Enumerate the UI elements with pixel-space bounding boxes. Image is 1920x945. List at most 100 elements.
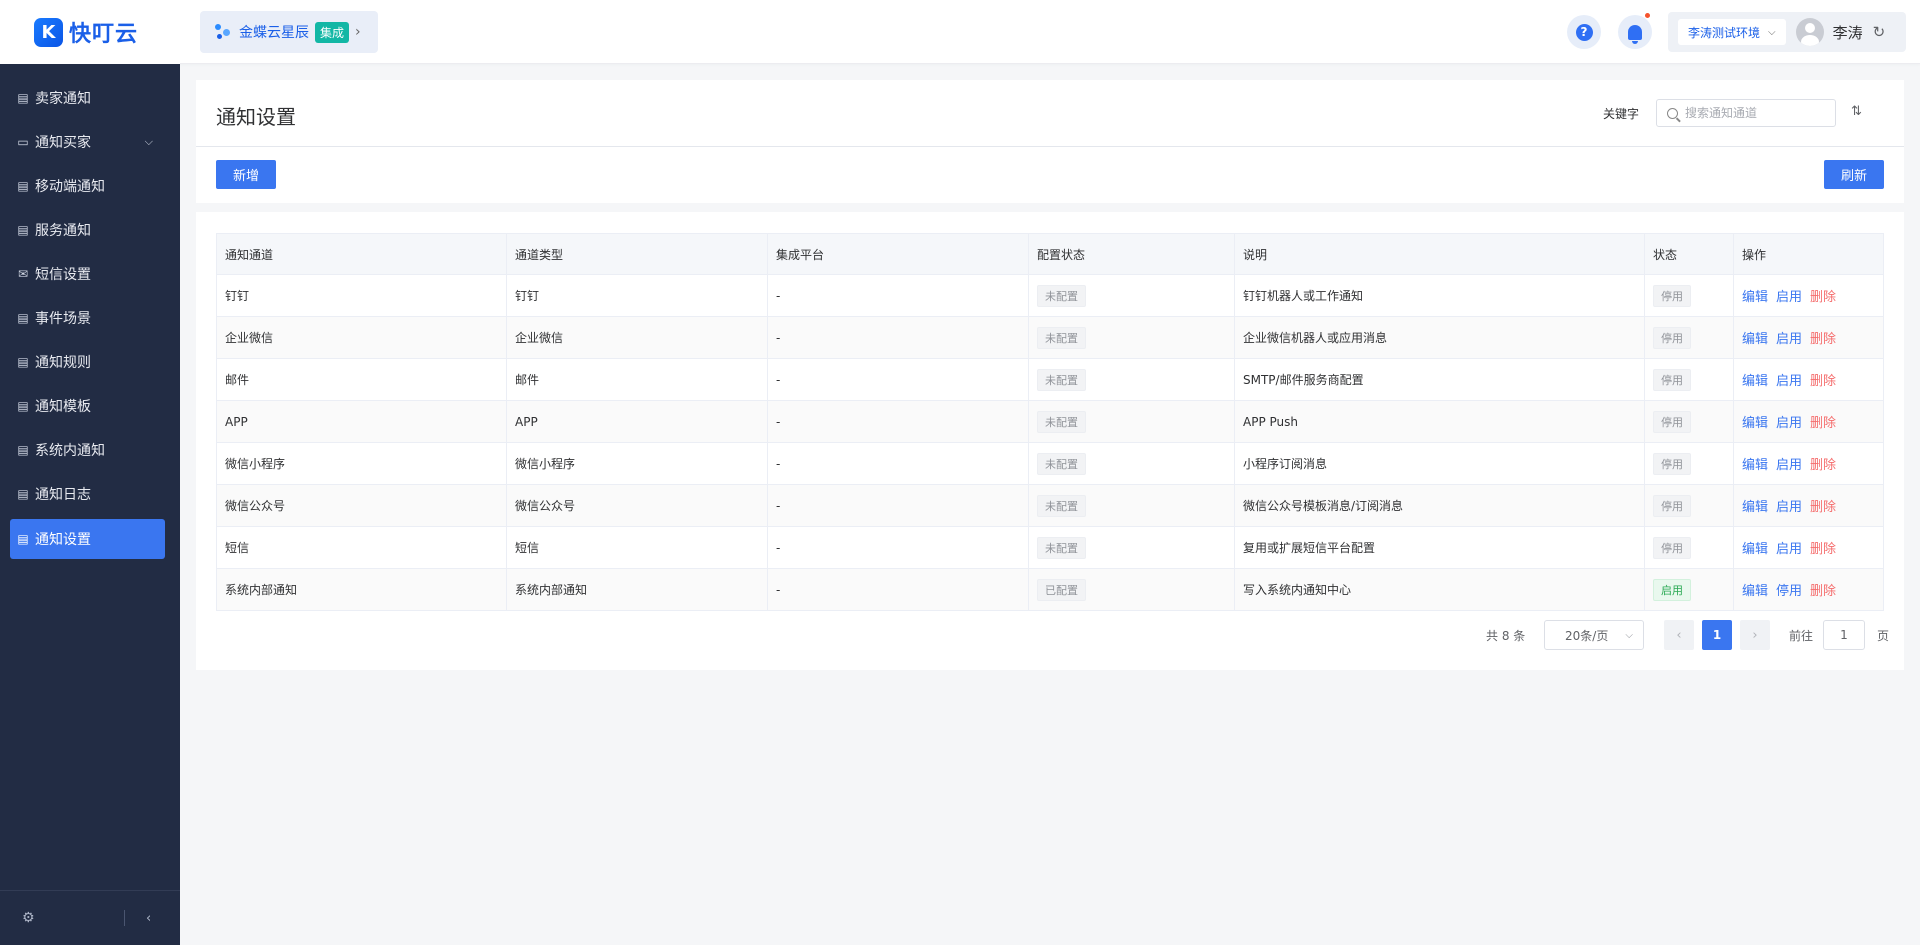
delete-button[interactable]: 删除 xyxy=(1810,542,1836,557)
goto-page-input[interactable] xyxy=(1823,620,1865,650)
column-header: 配置状态 xyxy=(1028,233,1235,275)
delete-button[interactable]: 删除 xyxy=(1810,332,1836,347)
edit-button[interactable]: 编辑 xyxy=(1742,584,1768,599)
channel-cell: 短信 xyxy=(216,526,507,569)
config-status-badge: 已配置 xyxy=(1037,578,1086,601)
delete-button[interactable]: 删除 xyxy=(1810,458,1836,473)
status-badge: 停用 xyxy=(1653,326,1691,349)
edit-button[interactable]: 编辑 xyxy=(1742,416,1768,431)
description-cell: 钉钉机器人或工作通知 xyxy=(1234,274,1645,317)
toggle-button[interactable]: 启用 xyxy=(1776,416,1802,431)
gear-icon[interactable]: ⚙ xyxy=(22,910,35,926)
delete-button[interactable]: 删除 xyxy=(1810,374,1836,389)
status-badge: 停用 xyxy=(1653,452,1691,475)
product-tag: 集成 xyxy=(315,21,350,43)
platform-cell: - xyxy=(767,568,1029,611)
avatar[interactable] xyxy=(1795,18,1824,46)
sidebar-footer: ⚙ ‹ xyxy=(0,890,180,945)
notification-button[interactable] xyxy=(1618,12,1652,49)
sidebar-item-buyer-notice[interactable]: ▭ 通知买家 ⌵ xyxy=(10,122,165,162)
status-cell: 停用 xyxy=(1644,442,1734,485)
sidebar-item-sms-settings[interactable]: ✉ 短信设置 xyxy=(10,254,165,294)
description-cell: APP Push xyxy=(1234,400,1645,443)
keyword-label: 关键字 xyxy=(1603,107,1640,121)
toggle-button[interactable]: 启用 xyxy=(1776,458,1802,473)
help-button[interactable]: ? xyxy=(1567,15,1601,49)
config-status-badge: 未配置 xyxy=(1037,536,1086,559)
status-cell: 停用 xyxy=(1644,484,1734,527)
stack-icon: ▤ xyxy=(17,91,29,105)
sidebar-item-event-scenes[interactable]: ▤ 事件场景 xyxy=(10,298,165,338)
platform-cell: - xyxy=(767,316,1029,359)
page-size-select[interactable]: 20条/页 ⌵ xyxy=(1544,620,1644,650)
table-header-row: 通知通道 通道类型 集成平台 配置状态 说明 状态 操作 xyxy=(216,233,1884,275)
sidebar-item-notice-rules[interactable]: ▤ 通知规则 xyxy=(10,342,165,382)
status-cell: 停用 xyxy=(1644,358,1734,401)
description-cell: 写入系统内通知中心 xyxy=(1234,568,1645,611)
sidebar-item-notice-settings[interactable]: ▤ 通知设置 xyxy=(10,519,165,559)
toggle-button[interactable]: 停用 xyxy=(1776,584,1802,599)
sidebar-item-label: 卖家通知 xyxy=(35,91,91,107)
sidebar-item-notice-log[interactable]: ▤ 通知日志 xyxy=(10,474,165,514)
product-switcher[interactable]: 金蝶云星辰 集成 › xyxy=(200,11,378,53)
search-field[interactable] xyxy=(1656,99,1836,127)
search-input[interactable] xyxy=(1685,106,1825,120)
chevron-down-icon: ⌵ xyxy=(144,135,153,148)
edit-button[interactable]: 编辑 xyxy=(1742,542,1768,557)
status-cell: 启用 xyxy=(1644,568,1734,611)
environment-label: 李涛测试环境 xyxy=(1688,25,1761,40)
delete-button[interactable]: 删除 xyxy=(1810,584,1836,599)
stack-icon: ▤ xyxy=(17,223,29,237)
page-number-button[interactable]: 1 xyxy=(1702,620,1732,650)
channel-cell: 微信小程序 xyxy=(216,442,507,485)
stack-icon: ▤ xyxy=(17,443,29,457)
type-cell: APP xyxy=(506,400,768,443)
type-cell: 邮件 xyxy=(506,358,768,401)
config-cell: 未配置 xyxy=(1028,400,1235,443)
table-row: 企业微信 企业微信 - 未配置 企业微信机器人或应用消息 停用 编辑 启用 删除 xyxy=(216,316,1884,359)
chat-icon: ▭ xyxy=(17,135,29,149)
edit-button[interactable]: 编辑 xyxy=(1742,500,1768,515)
sort-icon[interactable]: ⇅ xyxy=(1851,104,1862,119)
platform-cell: - xyxy=(767,526,1029,569)
column-header: 通知通道 xyxy=(216,233,507,275)
reload-icon[interactable]: ↻ xyxy=(1873,23,1886,41)
config-status-badge: 未配置 xyxy=(1037,452,1086,475)
page-size-value: 20条/页 xyxy=(1565,628,1609,643)
sidebar-item-seller-notice[interactable]: ▤ 卖家通知 xyxy=(10,78,165,118)
toggle-button[interactable]: 启用 xyxy=(1776,542,1802,557)
stack-icon: ▤ xyxy=(17,355,29,369)
prev-page-button[interactable]: ‹ xyxy=(1664,620,1694,650)
logo[interactable]: K 快叮云 xyxy=(0,0,180,64)
collapse-sidebar-icon[interactable]: ‹ xyxy=(146,911,151,926)
page-unit-label: 页 xyxy=(1877,629,1890,643)
product-dots-icon xyxy=(214,23,232,41)
environment-select[interactable]: 李涛测试环境 ⌵ xyxy=(1678,19,1786,45)
edit-button[interactable]: 编辑 xyxy=(1742,290,1768,305)
add-button[interactable]: 新增 xyxy=(216,160,276,189)
toggle-button[interactable]: 启用 xyxy=(1776,374,1802,389)
delete-button[interactable]: 删除 xyxy=(1810,416,1836,431)
sidebar-item-notice-templates[interactable]: ▤ 通知模板 xyxy=(10,386,165,426)
actions-cell: 编辑 启用 删除 xyxy=(1733,274,1884,317)
toggle-button[interactable]: 启用 xyxy=(1776,500,1802,515)
actions-cell: 编辑 启用 删除 xyxy=(1733,484,1884,527)
edit-button[interactable]: 编辑 xyxy=(1742,374,1768,389)
delete-button[interactable]: 删除 xyxy=(1810,500,1836,515)
toggle-button[interactable]: 启用 xyxy=(1776,290,1802,305)
status-cell: 停用 xyxy=(1644,400,1734,443)
sidebar-item-label: 通知模板 xyxy=(35,399,91,415)
edit-button[interactable]: 编辑 xyxy=(1742,458,1768,473)
delete-button[interactable]: 删除 xyxy=(1810,290,1836,305)
sidebar-item-mobile-notice[interactable]: ▤ 移动端通知 xyxy=(10,166,165,206)
sidebar-item-service-notice[interactable]: ▤ 服务通知 xyxy=(10,210,165,250)
sidebar-item-system-notice[interactable]: ▤ 系统内通知 xyxy=(10,430,165,470)
refresh-button[interactable]: 刷新 xyxy=(1824,160,1884,189)
edit-button[interactable]: 编辑 xyxy=(1742,332,1768,347)
user-name[interactable]: 李涛 xyxy=(1833,22,1863,43)
type-cell: 系统内部通知 xyxy=(506,568,768,611)
next-page-button[interactable]: › xyxy=(1740,620,1770,650)
help-icon: ? xyxy=(1575,23,1593,41)
total-count: 共 8 条 xyxy=(1486,629,1526,643)
toggle-button[interactable]: 启用 xyxy=(1776,332,1802,347)
